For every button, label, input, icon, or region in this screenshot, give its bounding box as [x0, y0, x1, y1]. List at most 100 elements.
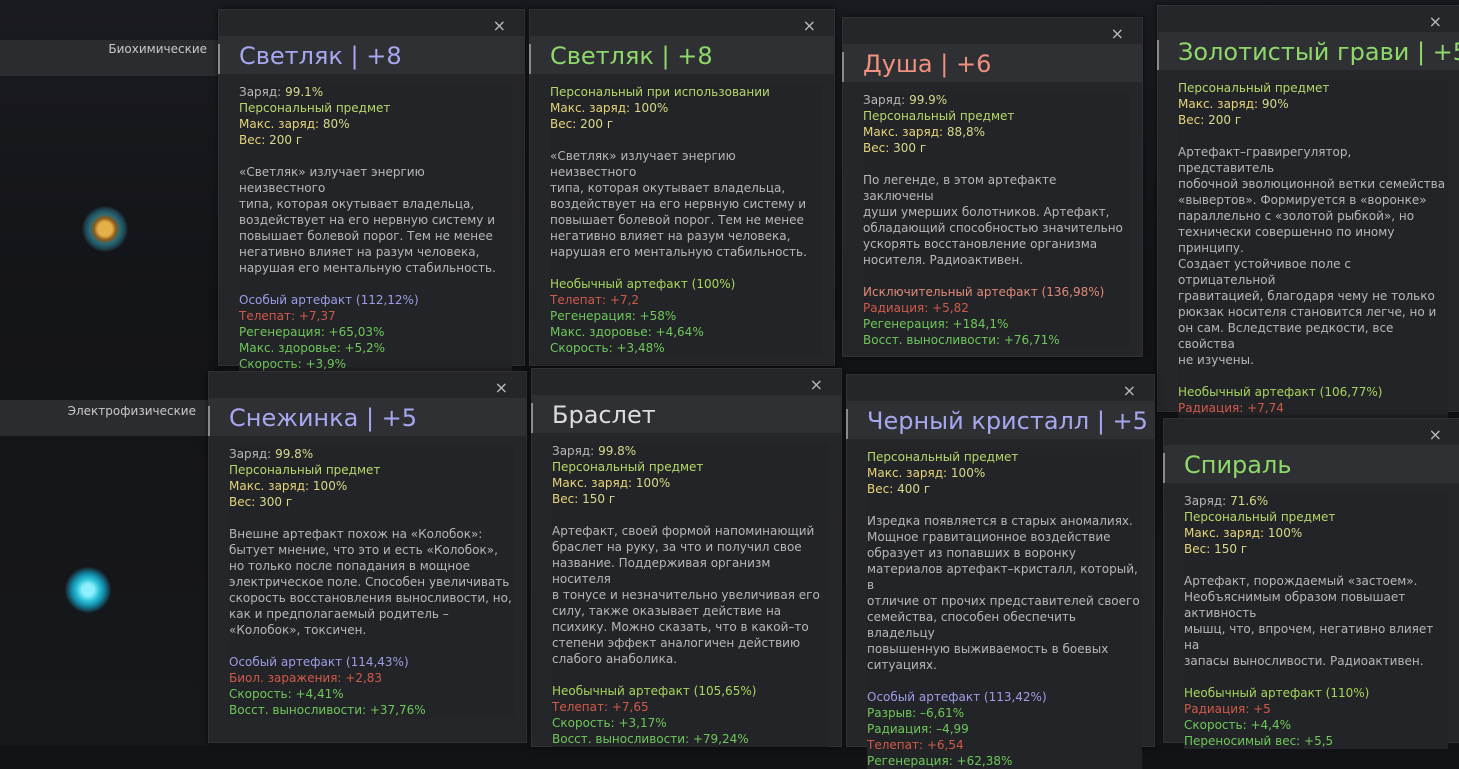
max-charge-line: Макс. заряд: 80%	[239, 116, 512, 132]
card-title: Душа | +6	[863, 50, 992, 78]
category-label: Электрофизические	[67, 404, 196, 418]
stat-line: Скорость: +3,48%	[550, 341, 665, 355]
close-icon[interactable]: ×	[1429, 12, 1442, 31]
card-title: Светляк | +8	[550, 42, 713, 70]
max-charge-line: Макс. заряд: 100%	[552, 475, 829, 491]
close-icon[interactable]: ×	[810, 375, 823, 394]
weight-label: Вес:	[867, 482, 894, 496]
header-accent-bar	[529, 44, 531, 74]
charge-value: 99.8%	[275, 447, 314, 461]
stat-line: Разрыв: –6,61%	[867, 706, 965, 720]
max-charge-value: 100%	[633, 101, 669, 115]
stat-line: Скорость: +3,9%	[239, 357, 346, 371]
charge-label: Заряд:	[229, 447, 272, 461]
close-icon[interactable]: ×	[1429, 425, 1442, 444]
weight-line: Вес: 150 г	[552, 491, 829, 507]
stat-line: Радиация: +5	[1184, 702, 1271, 716]
personal-tag: Персональный предмет	[1184, 510, 1336, 524]
charge-line: Заряд: 99.9%	[863, 92, 1130, 108]
charge-label: Заряд:	[1184, 494, 1227, 508]
stat-line: Переносимый вес: +5,5	[1184, 734, 1334, 748]
rarity-line: Особый артефакт (112,12%)	[239, 293, 419, 307]
stat-line: Восст. выносливости: +37,76%	[229, 703, 426, 717]
stat-line: Телепат: +7,37	[239, 309, 336, 323]
weight-value: 150 г	[1214, 542, 1248, 556]
close-icon[interactable]: ×	[495, 378, 508, 397]
max-charge-label: Макс. заряд:	[867, 466, 948, 480]
stat-line: Регенерация: +62,38%	[867, 754, 1013, 768]
header-accent-bar	[531, 403, 533, 433]
personal-tag: Персональный предмет	[239, 101, 391, 115]
personal-line: Персональный предмет	[1184, 509, 1448, 525]
close-icon[interactable]: ×	[1123, 381, 1136, 400]
weight-line: Вес: 200 г	[550, 116, 822, 132]
card-body: Персональный предмет Макс. заряд: 90% Вес:…	[1178, 80, 1448, 464]
max-charge-value: 100%	[312, 479, 348, 493]
card-body: Заряд: 71.6% Персональный предмет Макс. за…	[1184, 493, 1448, 749]
artifact-tooltip-card: × Светляк | +8 Персональный при использова…	[529, 9, 835, 366]
artifact-description: По легенде, в этом артефакте заключены д…	[863, 173, 1123, 267]
rarity-line: Особый артефакт (113,42%)	[867, 690, 1047, 704]
personal-tag: Персональный при использовании	[550, 85, 770, 99]
weight-label: Вес:	[239, 133, 266, 147]
personal-tag: Персональный предмет	[1178, 81, 1330, 95]
stat-line: Регенерация: +58%	[550, 309, 677, 323]
max-charge-value: 100%	[950, 466, 986, 480]
stat-line: Телепат: +7,65	[552, 700, 649, 714]
stat-line: Макс. здоровье: +5,2%	[239, 341, 386, 355]
weight-line: Вес: 200 г	[1178, 112, 1448, 128]
artifact-tooltip-card: × Черный кристалл | +5 Персональный предме…	[846, 374, 1155, 769]
charge-label: Заряд:	[552, 444, 595, 458]
artifact-tooltip-card: × Душа | +6 Заряд: 99.9% Персональный предм…	[842, 17, 1143, 357]
weight-label: Вес:	[552, 492, 579, 506]
close-icon[interactable]: ×	[803, 16, 816, 35]
category-label: Биохимические	[108, 42, 207, 56]
charge-line: Заряд: 99.8%	[552, 443, 829, 459]
card-body: Заряд: 99.8% Персональный предмет Макс. за…	[552, 443, 829, 747]
max-charge-value: 90%	[1261, 97, 1289, 111]
max-charge-label: Макс. заряд:	[239, 117, 320, 131]
charge-line: Заряд: 71.6%	[1184, 493, 1448, 509]
artifact-description: Артефакт, своей формой напоминающий брас…	[552, 524, 820, 666]
personal-tag: Персональный предмет	[863, 109, 1015, 123]
header-accent-bar	[846, 409, 848, 439]
personal-line: Персональный предмет	[229, 462, 514, 478]
personal-tag: Персональный предмет	[867, 450, 1019, 464]
weight-value: 150 г	[582, 492, 616, 506]
personal-line: Персональный предмет	[867, 449, 1142, 465]
weight-value: 200 г	[269, 133, 303, 147]
stat-line: Скорость: +4,41%	[229, 687, 344, 701]
personal-tag: Персональный предмет	[552, 460, 704, 474]
card-title: Браслет	[552, 401, 656, 429]
max-charge-value: 100%	[635, 476, 671, 490]
artifact-snezhinka-icon[interactable]	[65, 567, 111, 613]
weight-value: 300 г	[893, 141, 927, 155]
max-charge-line: Макс. заряд: 100%	[229, 478, 514, 494]
max-charge-line: Макс. заряд: 90%	[1178, 96, 1448, 112]
rarity-line: Необычный артефакт (106,77%)	[1178, 385, 1383, 399]
max-charge-line: Макс. заряд: 100%	[1184, 525, 1448, 541]
stat-line: Биол. заражения: +2,83	[229, 671, 383, 685]
close-icon[interactable]: ×	[1111, 24, 1124, 43]
weight-label: Вес:	[1178, 113, 1205, 127]
artifact-svetlyak-icon[interactable]	[82, 206, 128, 252]
card-body: Заряд: 99.1% Персональный предмет Макс. за…	[239, 84, 512, 372]
artifact-tooltip-card: × Золотистый грави | +5 Персональный предм…	[1157, 5, 1459, 464]
charge-label: Заряд:	[863, 93, 906, 107]
max-charge-value: 88,8%	[946, 125, 986, 139]
charge-label: Заряд:	[239, 85, 282, 99]
header-accent-bar	[1163, 453, 1165, 483]
weight-value: 200 г	[580, 117, 614, 131]
close-icon[interactable]: ×	[493, 16, 506, 35]
